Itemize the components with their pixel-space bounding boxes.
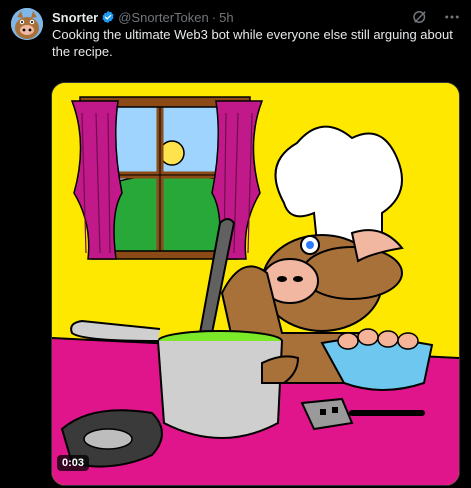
separator: · — [211, 10, 217, 25]
verified-badge-icon — [101, 10, 115, 28]
author-name[interactable]: Snorter — [52, 10, 98, 25]
post[interactable]: Snorter @SnorterToken · 5h Cooking the ulti… — [0, 0, 471, 488]
post-header: Snorter @SnorterToken · 5h — [52, 10, 471, 28]
avatar-image — [11, 8, 43, 40]
author-handle[interactable]: @SnorterToken — [118, 10, 209, 25]
video-media[interactable] — [51, 82, 460, 486]
post-text: Cooking the ultimate Web3 bot while ever… — [52, 27, 453, 59]
video-frame — [52, 83, 459, 485]
avatar[interactable] — [11, 8, 43, 40]
video-timestamp: 0:03 — [57, 455, 90, 471]
post-time[interactable]: 5h — [219, 10, 233, 25]
